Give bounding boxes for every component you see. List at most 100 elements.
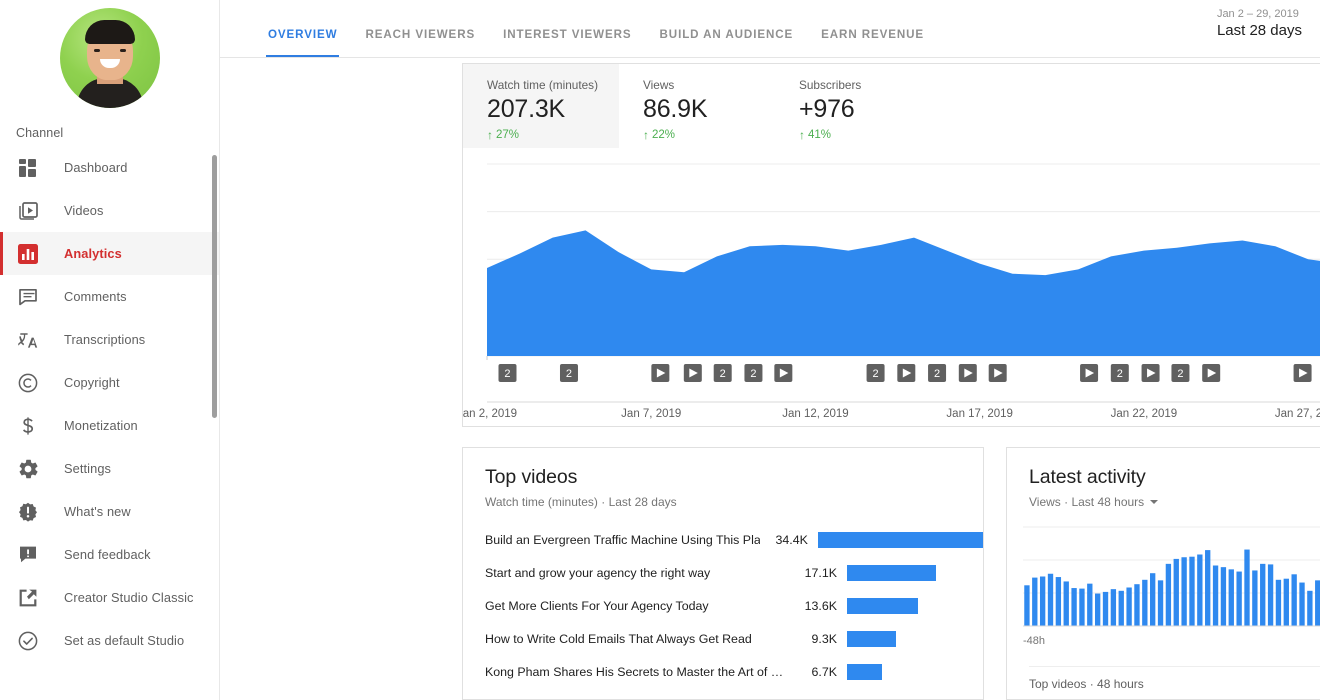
video-marker-play <box>988 364 1007 382</box>
arrow-up-icon: ↑ <box>799 128 805 142</box>
svg-text:2: 2 <box>750 368 756 380</box>
svg-text:Jan 17, 2019: Jan 17, 2019 <box>946 408 1013 420</box>
sidebar-item-label: Monetization <box>64 418 138 433</box>
tab-earn-revenue[interactable]: EARN REVENUE <box>807 28 938 57</box>
activity-bar <box>1181 557 1187 626</box>
activity-bar <box>1102 591 1109 626</box>
sidebar-item-send-feedback[interactable]: Send feedback <box>0 533 219 576</box>
activity-bar <box>1220 567 1227 626</box>
metric-label: Watch time (minutes) <box>487 78 598 92</box>
video-bar <box>847 597 919 614</box>
video-marker-count: 2 <box>713 364 732 382</box>
sidebar-item-comments[interactable]: Comments <box>0 275 219 318</box>
video-title: Kong Pham Shares His Secrets to Master t… <box>485 664 784 679</box>
activity-bar <box>1275 579 1282 626</box>
sidebar-item-label: Analytics <box>64 246 122 261</box>
activity-bar <box>1291 574 1297 626</box>
tab-overview[interactable]: OVERVIEW <box>254 28 351 57</box>
video-bar <box>847 663 883 680</box>
activity-bar <box>1173 558 1179 626</box>
avatar-eye-right <box>119 49 126 52</box>
sidebar-item-label: Creator Studio Classic <box>64 590 194 605</box>
video-marker-count: 2 <box>559 364 578 382</box>
sidebar-scrollbar[interactable] <box>212 155 217 418</box>
video-marker-play <box>1293 364 1312 382</box>
dashboard-icon <box>16 156 40 180</box>
sidebar-item-analytics[interactable]: Analytics <box>0 232 219 275</box>
tab-interest-viewers[interactable]: INTEREST VIEWERS <box>489 28 645 57</box>
sidebar-item-settings[interactable]: Settings <box>0 447 219 490</box>
svg-text:Jan 7, 2019: Jan 7, 2019 <box>621 408 681 420</box>
svg-text:2: 2 <box>934 368 940 380</box>
latest-activity-subtitle[interactable]: Views · Last 48 hours <box>1007 489 1320 509</box>
top-videos-row[interactable]: Get More Clients For Your Agency Today 13… <box>463 589 983 622</box>
metric-card-views[interactable]: Views 86.9K ↑ 22% <box>619 64 775 148</box>
activity-bar <box>1267 564 1274 626</box>
sidebar-item-creator-studio-classic[interactable]: Creator Studio Classic <box>0 576 219 619</box>
video-marker-count: 2 <box>744 364 763 382</box>
tab-reach-viewers[interactable]: REACH VIEWERS <box>351 28 489 57</box>
date-range-label: Last 28 days <box>1216 22 1302 39</box>
sidebar-item-monetization[interactable]: Monetization <box>0 404 219 447</box>
activity-bar <box>1110 589 1117 626</box>
comments-icon <box>16 285 40 309</box>
activity-bar <box>1260 563 1266 626</box>
activity-bar <box>1047 573 1054 626</box>
video-marker-play <box>1141 364 1160 382</box>
video-marker-count: 2 <box>1171 364 1190 382</box>
sidebar-item-videos[interactable]: Videos <box>0 189 219 232</box>
analytics-icon <box>16 242 40 266</box>
latest-activity-title: Latest activity <box>1029 466 1146 488</box>
svg-text:2: 2 <box>566 368 572 380</box>
svg-text:Jan 2, 2019: Jan 2, 2019 <box>463 408 517 420</box>
sidebar-item-copyright[interactable]: Copyright <box>0 361 219 404</box>
top-videos-row[interactable]: Build an Evergreen Traffic Machine Using… <box>463 523 983 556</box>
metric-card-watch-time-minutes[interactable]: Watch time (minutes) 207.3K ↑ 27% <box>463 64 619 148</box>
sidebar-item-label: Videos <box>64 203 104 218</box>
sidebar-item-set-as-default-studio[interactable]: Set as default Studio <box>0 619 219 662</box>
activity-bar <box>1087 583 1093 626</box>
video-marker-play <box>958 364 977 382</box>
sidebar-section-label: Channel <box>16 126 64 140</box>
transcriptions-icon <box>16 328 40 352</box>
tab-build-an-audience[interactable]: BUILD AN AUDIENCE <box>646 28 808 57</box>
top-videos-row[interactable]: Start and grow your agency the right way… <box>463 556 983 589</box>
activity-bar <box>1252 570 1258 626</box>
svg-text:-48h: -48h <box>1023 635 1045 647</box>
video-watch-time: 34.4K <box>775 532 808 547</box>
activity-bar <box>1055 577 1062 626</box>
videos-icon <box>16 199 40 223</box>
avatar-container <box>0 0 219 108</box>
top-videos-row[interactable]: Kong Pham Shares His Secrets to Master t… <box>463 655 983 688</box>
metric-card-subscribers[interactable]: Subscribers +976 ↑ 41% <box>775 64 931 148</box>
chevron-down-icon[interactable] <box>1150 500 1159 504</box>
latest-activity-card: Latest activity Views · Last 48 hours 4,… <box>1006 447 1320 700</box>
date-range-selector[interactable]: Jan 2 – 29, 2019 Last 28 days <box>1217 8 1302 39</box>
activity-bar <box>1189 556 1195 626</box>
sidebar-item-label: Dashboard <box>64 160 128 175</box>
video-marker-count: 2 <box>1110 364 1129 382</box>
top-videos-card: Top videos Watch time (minutes) · Last 2… <box>462 447 984 700</box>
dollar-icon <box>16 414 40 438</box>
sidebar-item-transcriptions[interactable]: Transcriptions <box>0 318 219 361</box>
svg-text:Jan 12, 2019: Jan 12, 2019 <box>782 408 849 420</box>
date-range-sublabel: Jan 2 – 29, 2019 <box>1216 8 1299 20</box>
metric-delta-value: 41% <box>808 129 832 141</box>
video-marker-count: 2 <box>498 364 517 382</box>
watch-time-area-chart[interactable]: 03.3K6.7K10.0K13.3K22222222Jan 2, 2019Ja… <box>457 156 1320 424</box>
activity-bar <box>1212 565 1219 626</box>
video-marker-play <box>897 364 916 382</box>
top-videos-title: Top videos <box>485 466 578 488</box>
sidebar-nav-list: Dashboard Videos Analytics Comments Transcri… <box>0 146 219 662</box>
sidebar-item-label: Transcriptions <box>64 332 146 347</box>
latest-activity-bar-chart[interactable]: 060120180-48hNow <box>1019 523 1320 648</box>
activity-bar <box>1228 569 1234 626</box>
top-videos-row[interactable]: How to Write Cold Emails That Always Get… <box>463 622 983 655</box>
sidebar-item-dashboard[interactable]: Dashboard <box>0 146 219 189</box>
metric-value: +976 <box>799 95 855 123</box>
youtube-studio-analytics-page: Channel Dashboard Videos Analytics Comments… <box>0 0 1320 700</box>
avatar[interactable] <box>59 8 160 108</box>
sidebar-item-what-s-new[interactable]: What's new <box>0 490 219 533</box>
video-marker-count: 2 <box>866 364 885 382</box>
metric-delta: ↑ 27% <box>487 129 619 141</box>
